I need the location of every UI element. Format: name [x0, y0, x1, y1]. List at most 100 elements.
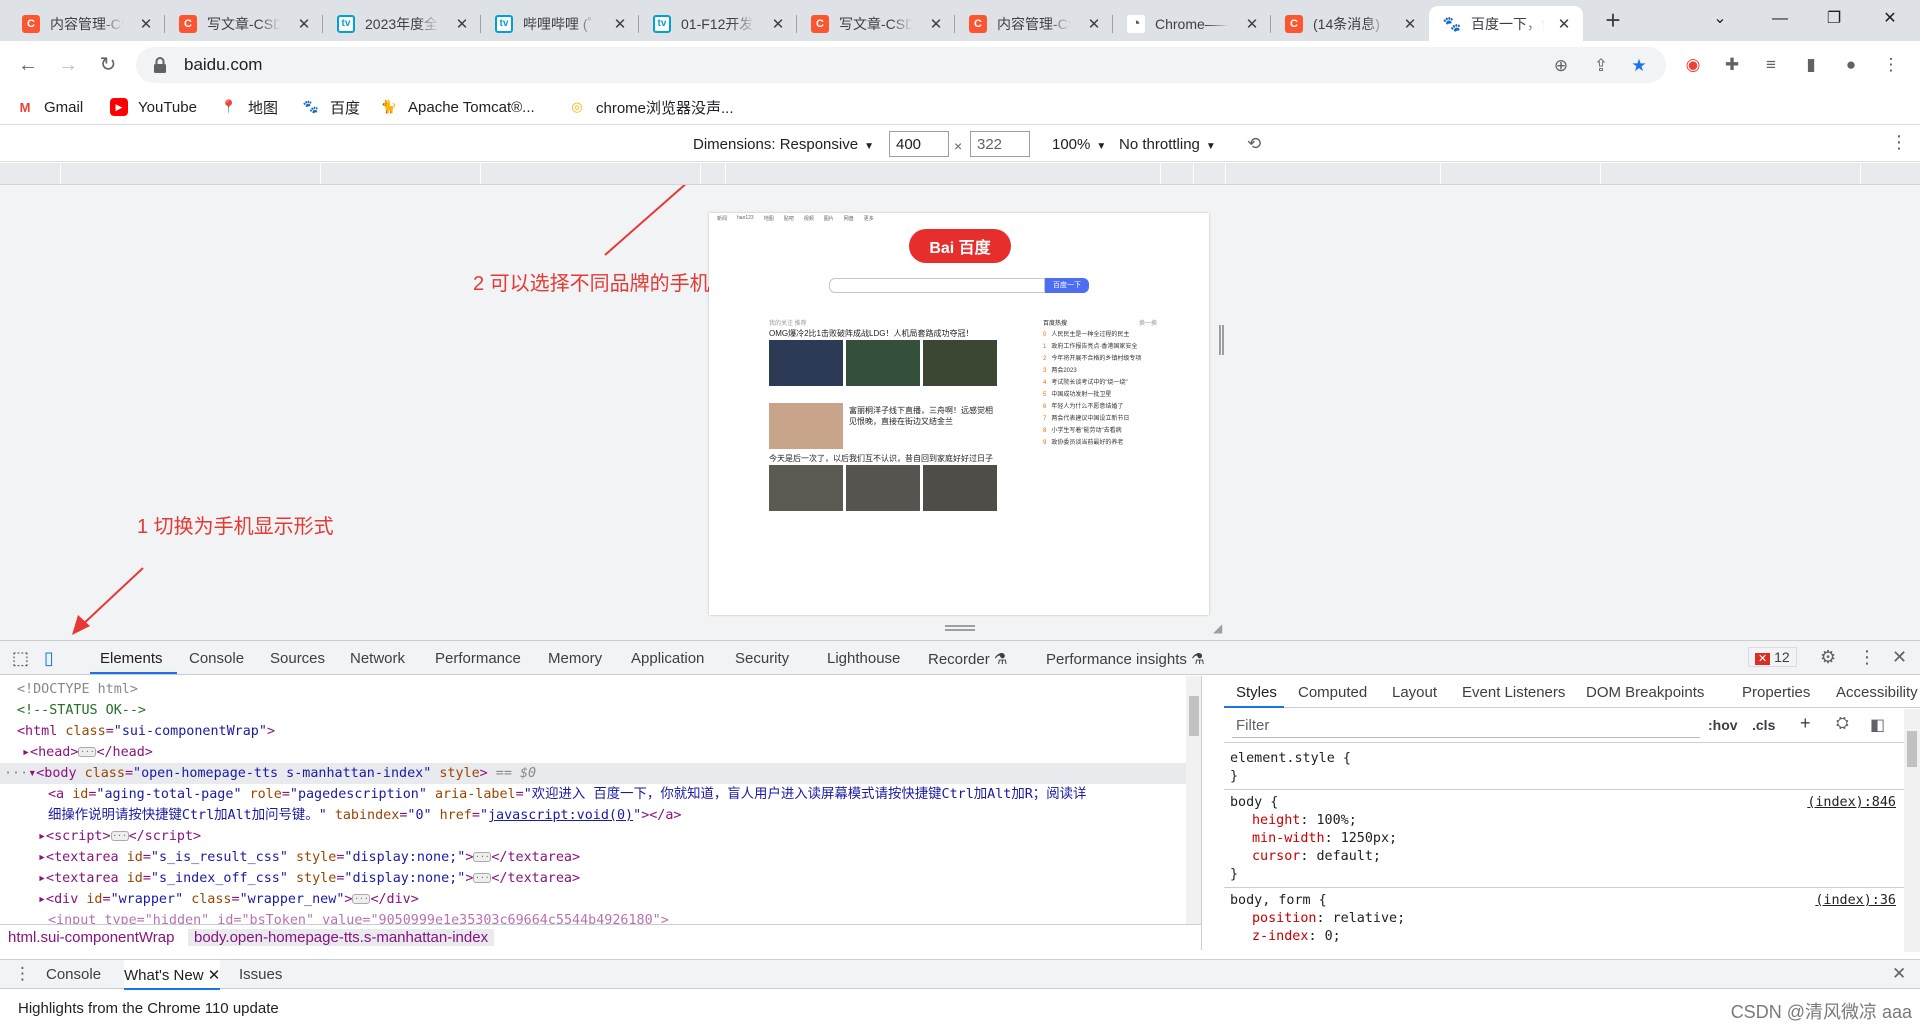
throttling-dropdown[interactable]: No throttling ▼: [1119, 136, 1216, 153]
tab-styles[interactable]: Styles: [1236, 684, 1277, 701]
forward-button[interactable]: →: [54, 51, 82, 79]
ruler-segment[interactable]: [1600, 163, 1601, 184]
feed-image[interactable]: [769, 340, 843, 386]
paint-roller-icon[interactable]: ⛭: [1836, 715, 1849, 733]
styles-filter-input[interactable]: Filter: [1232, 714, 1700, 738]
tab-dom-breakpoints[interactable]: DOM Breakpoints: [1586, 684, 1704, 701]
lock-icon[interactable]: [150, 55, 170, 75]
tab-event-listeners[interactable]: Event Listeners: [1462, 684, 1565, 701]
ruler-segment[interactable]: [1860, 163, 1861, 184]
tab-application[interactable]: Application: [631, 650, 704, 667]
hot-item[interactable]: 3 两会2023: [1043, 365, 1155, 374]
new-style-rule-button[interactable]: +: [1800, 713, 1811, 734]
ruler-segment[interactable]: [1193, 163, 1194, 184]
tab-elements[interactable]: Elements: [100, 650, 163, 667]
cls-toggle[interactable]: .cls: [1752, 717, 1775, 733]
body-rule-selector[interactable]: body {: [1230, 794, 1278, 812]
dom-a-node[interactable]: <a id="aging-total-page" role="pagedescr…: [0, 784, 1201, 805]
close-tab-icon[interactable]: ✕: [1555, 15, 1573, 33]
bookmark-youtube[interactable]: ▶ YouTube: [110, 95, 197, 119]
css-declaration[interactable]: min-width: 1250px;: [1252, 830, 1397, 848]
dom-head-node[interactable]: ▸<head> ··· </head>: [0, 742, 1201, 763]
profile-avatar-icon[interactable]: ●: [1840, 54, 1862, 76]
css-declaration[interactable]: z-index: 0;: [1252, 928, 1341, 946]
viewport-height-handle[interactable]: [945, 625, 975, 631]
body-rule-source-link[interactable]: (index):846: [1807, 794, 1896, 812]
scrollbar-thumb[interactable]: [1189, 696, 1199, 736]
zoom-dropdown[interactable]: 100% ▼: [1052, 136, 1106, 153]
scrollbar-thumb[interactable]: [1907, 731, 1917, 767]
close-tab-icon[interactable]: ✕: [611, 15, 629, 33]
feed-tabs[interactable]: 我的关注 推荐: [769, 318, 807, 327]
tab-security[interactable]: Security: [735, 650, 789, 667]
feed-image[interactable]: [846, 340, 920, 386]
tab-layout[interactable]: Layout: [1392, 684, 1437, 701]
hot-item[interactable]: 7 两会代表建议中国设立新节日: [1043, 413, 1155, 422]
elements-scrollbar[interactable]: [1186, 676, 1201, 924]
baidu-search-input[interactable]: [829, 278, 1045, 293]
tab-network[interactable]: Network: [350, 650, 405, 667]
close-tab-icon[interactable]: ✕: [927, 15, 945, 33]
breadcrumb-body[interactable]: body.open-homepage-tts.s-manhattan-index: [188, 929, 495, 946]
close-devtools-icon[interactable]: ✕: [1892, 647, 1907, 668]
ruler-segment[interactable]: [60, 163, 61, 184]
browser-tab[interactable]: tv 01-F12开发者工具 ✕: [639, 6, 797, 41]
drawer-tab-issues[interactable]: Issues: [239, 966, 282, 983]
viewport-width-handle[interactable]: [1219, 325, 1224, 355]
dom-doctype[interactable]: <!DOCTYPE html>: [0, 679, 1201, 700]
tab-search-chevron-icon[interactable]: ⌄: [1692, 0, 1748, 38]
hot-item[interactable]: 5 中国成功发射一批卫星: [1043, 389, 1155, 398]
body-form-rule-selector[interactable]: body, form {: [1230, 892, 1327, 910]
close-tab-icon[interactable]: ✕: [208, 967, 221, 984]
dom-comment[interactable]: <!--STATUS OK-->: [0, 700, 1201, 721]
settings-gear-icon[interactable]: ⚙: [1820, 647, 1836, 668]
element-style-selector[interactable]: element.style {: [1230, 750, 1351, 768]
drawer-tab-console[interactable]: Console: [46, 966, 101, 983]
browser-tab-active[interactable]: 🐾 百度一下，你就知道 ✕: [1429, 6, 1583, 41]
tab-accessibility[interactable]: Accessibility: [1836, 684, 1918, 701]
dom-html-node[interactable]: <html class="sui-componentWrap">: [0, 721, 1201, 742]
feed-image[interactable]: [923, 340, 997, 386]
tab-recorder[interactable]: Recorder ⚗: [928, 650, 1007, 668]
feed-headline[interactable]: 今天是后一次了，以后我们互不认识，昔自回到家庭好好过日子: [769, 453, 999, 464]
ruler-segment[interactable]: [320, 163, 321, 184]
ruler-segment[interactable]: [480, 163, 481, 184]
styles-scrollbar[interactable]: [1904, 709, 1920, 952]
hot-item[interactable]: 9 政协委员谈当前最好的养老: [1043, 437, 1155, 446]
hot-item[interactable]: 8 小学生写着"能劳动"去看病: [1043, 425, 1155, 434]
device-height-input[interactable]: [970, 131, 1030, 157]
drawer-tab-whats-new[interactable]: What's New ✕: [124, 960, 221, 990]
browser-tab[interactable]: tv 2023年度全… ✕: [323, 6, 481, 41]
hot-item[interactable]: 1 政府工作报告亮点·香港国家安全: [1043, 341, 1155, 350]
hov-toggle[interactable]: :hov: [1708, 717, 1738, 733]
ruler-segment[interactable]: [1225, 163, 1226, 184]
chrome-extension-icon[interactable]: ◉: [1682, 54, 1704, 76]
zoom-icon[interactable]: ⊕: [1550, 55, 1572, 77]
ruler-segment[interactable]: [725, 163, 726, 184]
css-declaration[interactable]: cursor: default;: [1252, 848, 1381, 866]
browser-tab[interactable]: C 内容管理-CSDN ✕: [955, 6, 1113, 41]
reload-button[interactable]: ↻: [94, 51, 122, 79]
css-declaration[interactable]: position: relative;: [1252, 910, 1405, 928]
viewport-corner-resize-icon[interactable]: ◢: [1213, 621, 1222, 635]
browser-tab[interactable]: C 写文章-CSDN博客 ✕: [165, 6, 323, 41]
css-declaration[interactable]: height: 100%;: [1252, 812, 1357, 830]
tab-performance-insights[interactable]: Performance insights ⚗: [1046, 650, 1205, 668]
error-counter[interactable]: ✕ 12: [1748, 647, 1797, 667]
hot-item[interactable]: 6 年轻人为什么不愿意结婚了: [1043, 401, 1155, 410]
rotate-icon[interactable]: ⟲: [1247, 134, 1261, 154]
device-toggle-icon[interactable]: ▯: [44, 648, 54, 669]
close-tab-icon[interactable]: ✕: [1401, 15, 1419, 33]
feed-headline[interactable]: 富丽桐洋子线下直播，三舟啊！远感觉相见恨晚，直接在街边又结金兰: [849, 405, 999, 427]
tab-lighthouse[interactable]: Lighthouse: [827, 650, 900, 667]
breadcrumb-html[interactable]: html.sui-componentWrap: [8, 929, 174, 946]
address-bar[interactable]: baidu.com ⊕ ⇪ ★: [136, 47, 1666, 83]
feed-image[interactable]: [846, 465, 920, 511]
tab-performance[interactable]: Performance: [435, 650, 521, 667]
tab-properties[interactable]: Properties: [1742, 684, 1810, 701]
close-tab-icon[interactable]: ✕: [1243, 15, 1261, 33]
close-tab-icon[interactable]: ✕: [295, 15, 313, 33]
close-tab-icon[interactable]: ✕: [453, 15, 471, 33]
side-panel-icon[interactable]: ▮: [1800, 54, 1822, 76]
ruler-segment[interactable]: [1440, 163, 1441, 184]
